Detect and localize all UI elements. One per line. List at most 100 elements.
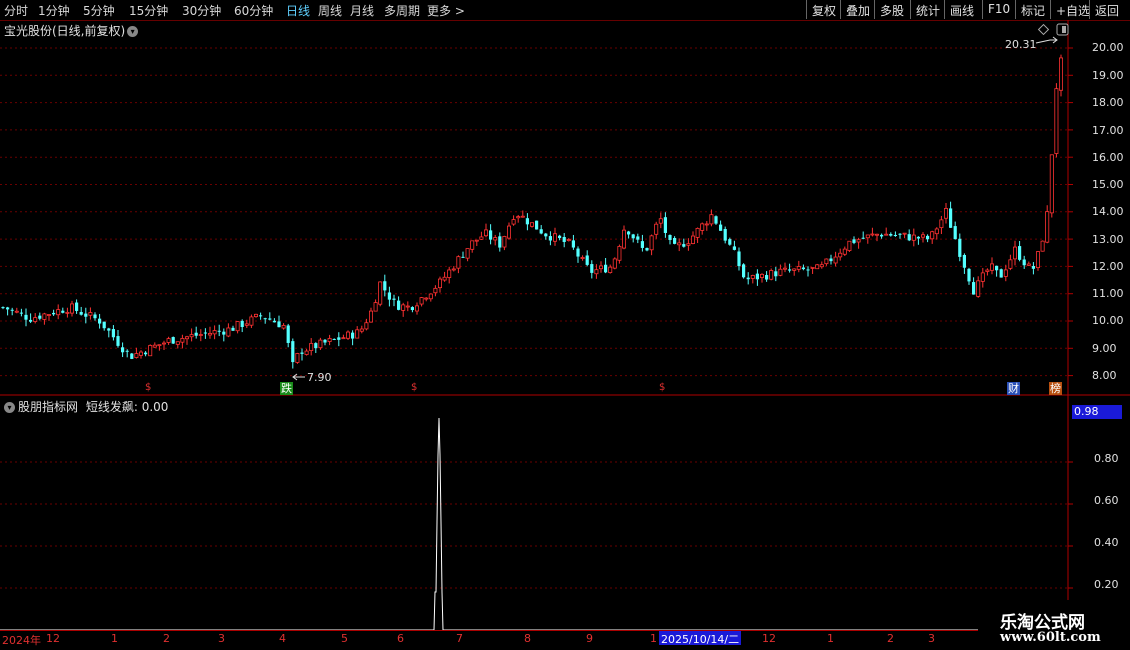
candle-body xyxy=(590,264,594,273)
dividend-marker[interactable]: $ xyxy=(145,382,151,393)
x-tick: 1 xyxy=(827,632,834,645)
candle-body xyxy=(911,234,916,241)
candle-body xyxy=(1008,259,1013,269)
x-tick: 2024年 xyxy=(2,634,41,647)
candle-body xyxy=(88,312,93,316)
candle-body xyxy=(732,246,736,250)
panel-toggle-fill xyxy=(1062,26,1066,33)
candle-body xyxy=(838,252,843,258)
event-badge-finance[interactable]: 财 xyxy=(1007,382,1020,395)
candle-body xyxy=(889,234,893,236)
candle-body xyxy=(461,256,465,258)
candle-body xyxy=(14,310,19,313)
x-tick: 8 xyxy=(524,632,531,645)
diamond-icon[interactable] xyxy=(1037,23,1050,36)
candle-body xyxy=(750,274,755,279)
kline-chart[interactable] xyxy=(0,0,1130,650)
candle-body xyxy=(107,328,111,331)
candle-body xyxy=(985,269,990,272)
dividend-marker[interactable]: $ xyxy=(411,382,417,393)
candle-body xyxy=(907,234,911,241)
candle-body xyxy=(281,325,286,329)
candle-body xyxy=(566,239,571,241)
candle-body xyxy=(465,248,470,259)
candle-body xyxy=(56,309,61,316)
candle-body xyxy=(506,225,511,239)
candle-body xyxy=(337,337,341,340)
candle-body xyxy=(833,256,838,264)
candle-body xyxy=(171,337,175,344)
event-badge-list[interactable]: 榜 xyxy=(1049,382,1062,395)
candle-body xyxy=(562,237,566,242)
candle-body xyxy=(801,267,805,270)
candle-body xyxy=(511,219,516,225)
candle-body xyxy=(709,214,714,225)
candle-body xyxy=(309,343,314,351)
y-tick: 19.00 xyxy=(1092,69,1124,82)
candle-body xyxy=(263,318,267,320)
candle-body xyxy=(437,278,442,289)
candle-body xyxy=(392,298,396,300)
candle-body xyxy=(29,319,33,322)
event-badge-fall[interactable]: 跌 xyxy=(280,382,293,395)
x-tick: 1 xyxy=(650,632,657,645)
candle-body xyxy=(125,350,129,352)
x-tick: 6 xyxy=(397,632,404,645)
indicator-name: 股朋指标网 xyxy=(18,400,79,414)
candle-body xyxy=(79,312,83,315)
candle-body xyxy=(6,307,10,310)
candle-body xyxy=(576,248,580,257)
candle-body xyxy=(778,268,783,276)
candle-body xyxy=(397,300,401,310)
candle-body xyxy=(93,314,97,319)
candle-body xyxy=(65,311,70,314)
candle-body xyxy=(640,241,644,248)
candle-body xyxy=(1013,246,1018,260)
candle-body xyxy=(544,233,548,237)
chevron-down-icon[interactable]: ▾ xyxy=(4,402,15,413)
candle-body xyxy=(939,219,944,229)
candle-body xyxy=(875,233,880,236)
candle-body xyxy=(387,292,391,300)
candle-body xyxy=(796,266,801,270)
y-tick: 14.00 xyxy=(1092,205,1124,218)
candle-body xyxy=(921,234,926,238)
candle-body xyxy=(84,313,88,317)
x-tick: 4 xyxy=(279,632,286,645)
candle-body xyxy=(926,235,930,240)
candle-body xyxy=(148,345,153,357)
candle-body xyxy=(898,233,902,235)
candle-body xyxy=(788,269,792,271)
candle-body xyxy=(61,310,65,313)
candle-body xyxy=(737,251,741,267)
candle-body xyxy=(405,305,410,308)
candle-body xyxy=(1026,263,1031,266)
candle-body xyxy=(442,276,447,281)
x-tick: 12 xyxy=(762,632,776,645)
candle-body xyxy=(231,327,235,331)
candle-body xyxy=(116,336,120,346)
candle-body xyxy=(746,277,750,280)
candle-body xyxy=(558,235,562,239)
candle-body xyxy=(819,264,824,268)
candle-body xyxy=(842,248,847,255)
candle-body xyxy=(604,264,608,273)
candle-body xyxy=(516,216,521,219)
candle-body xyxy=(622,229,627,249)
candle-body xyxy=(277,321,281,328)
candle-body xyxy=(617,246,622,261)
candle-body xyxy=(383,281,387,291)
candle-body xyxy=(792,268,797,271)
candle-body xyxy=(175,341,180,345)
candle-body xyxy=(1059,57,1064,91)
candle-body xyxy=(636,236,640,240)
indicator-title[interactable]: ▾ 股朋指标网 短线发飙: 0.00 xyxy=(4,398,168,415)
watermark-url: www.60lt.com xyxy=(1000,630,1101,645)
candle-body xyxy=(451,268,456,271)
candle-body xyxy=(612,258,617,269)
candle-body xyxy=(180,338,185,343)
y-tick: 0.40 xyxy=(1094,536,1119,549)
dividend-marker[interactable]: $ xyxy=(659,382,665,393)
candle-body xyxy=(815,264,820,270)
candle-body xyxy=(677,242,682,246)
